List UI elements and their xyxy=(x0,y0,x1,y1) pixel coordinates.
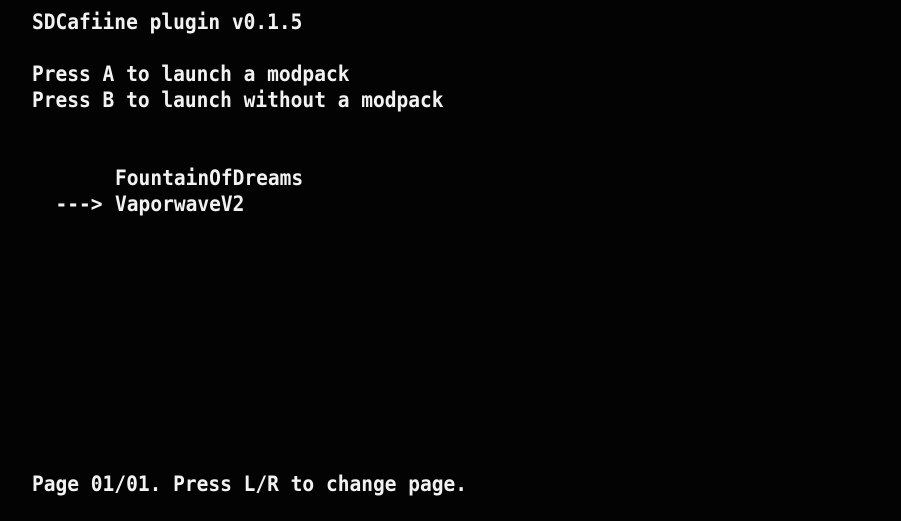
modpack-list-item-selected[interactable]: ---> VaporwaveV2 xyxy=(32,165,245,216)
plugin-title: SDCafiine plugin v0.1.5 xyxy=(32,10,303,34)
modpack-name: VaporwaveV2 xyxy=(115,192,245,216)
page-indicator: Page 01/01. Press L/R to change page. xyxy=(32,472,468,496)
instruction-launch-without-modpack: Press B to launch without a modpack xyxy=(32,88,444,112)
modpack-list-item[interactable]: FountainOfDreams xyxy=(32,139,303,190)
selection-cursor-arrow: ---> xyxy=(55,192,103,216)
instruction-launch-modpack: Press A to launch a modpack xyxy=(32,62,350,86)
sdcafiine-screen: { "header": { "title": "SDCafiine plugin… xyxy=(0,0,901,521)
